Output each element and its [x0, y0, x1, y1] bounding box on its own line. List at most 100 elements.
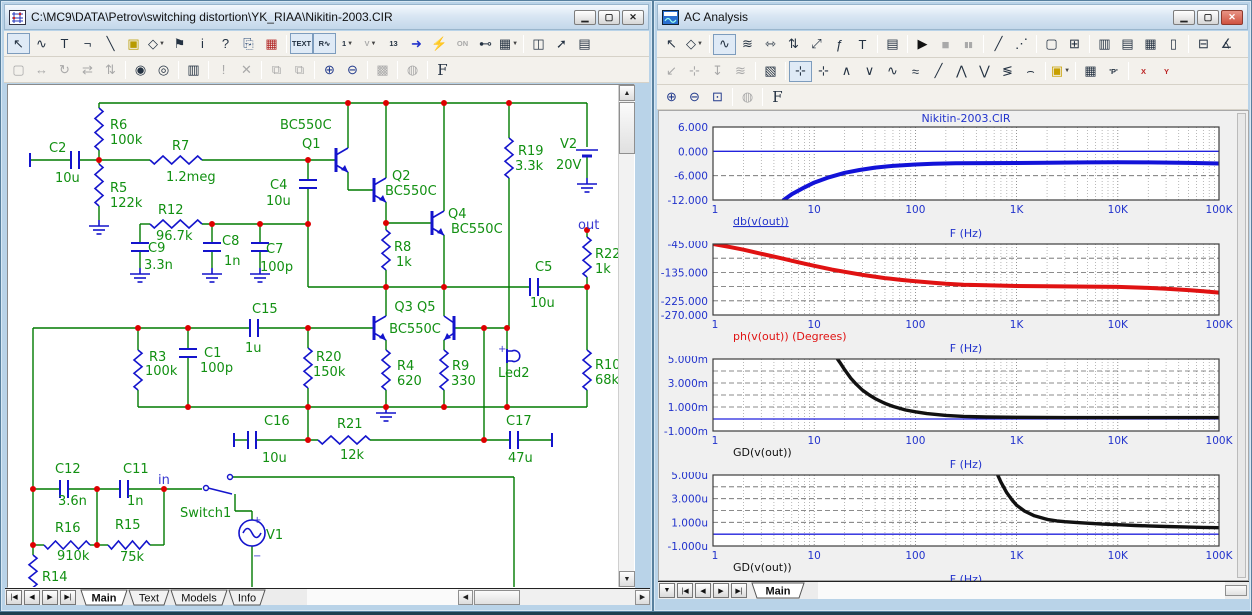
close-button[interactable]: ✕	[622, 10, 644, 25]
select-tool-button[interactable]: ↖	[7, 33, 30, 54]
polyline-mode-button[interactable]: ⋰	[1010, 34, 1033, 55]
attribute-text-toggle-button[interactable]: R∿	[313, 33, 336, 54]
node-voltages-toggle-button[interactable]: V▼	[359, 33, 382, 54]
tag-left-button[interactable]: ↙	[660, 61, 683, 82]
minimize-button[interactable]: ▁	[574, 10, 596, 25]
label-c12-n[interactable]: C12	[55, 462, 81, 477]
copy-picture-button[interactable]: ⧉	[265, 59, 288, 80]
plot-panel[interactable]: 6.0000.000-6.000-12.0001101001K10K100KNi…	[658, 110, 1249, 581]
y-range-button[interactable]: ⇅	[782, 34, 805, 55]
schematic-canvas[interactable]: C210uR6100kR5122kR71.2megR1296.7kC93.3nC…	[8, 85, 619, 587]
inflection-button[interactable]: ╱	[927, 61, 950, 82]
zoom-out-button[interactable]: ⊖	[683, 87, 706, 108]
find-button[interactable]: ◉	[129, 59, 152, 80]
stop-button[interactable]: ■	[934, 34, 957, 55]
label-r16-v[interactable]: 910k	[57, 549, 90, 564]
pin-numbers-toggle-button[interactable]: 1▼	[336, 33, 359, 54]
label-r12-n[interactable]: R12	[158, 203, 184, 218]
label-c11-v[interactable]: 1n	[127, 494, 144, 509]
zoom-box-button[interactable]: ⊡	[706, 87, 729, 108]
go-to-performance-button[interactable]: 'P'	[1102, 61, 1125, 82]
zoom-out-button[interactable]: ⊖	[341, 59, 364, 80]
label-r22-v[interactable]: 1k	[595, 262, 611, 277]
label-c1-n[interactable]: C1	[204, 346, 221, 361]
label-r15-n[interactable]: R15	[115, 518, 141, 533]
label-c5-v[interactable]: 10u	[530, 296, 555, 311]
label-r20-v[interactable]: 150k	[313, 365, 346, 380]
label-r4-v[interactable]: 620	[397, 374, 422, 389]
page-next-button[interactable]: ▶	[713, 583, 729, 598]
label-c2-v[interactable]: 10u	[55, 171, 80, 186]
label-c7-v[interactable]: 100p	[260, 260, 293, 275]
label-r10-v[interactable]: 68k	[595, 373, 619, 388]
label-c11-n[interactable]: C11	[123, 462, 149, 477]
trace-label[interactable]: GD(v(out))	[733, 446, 792, 459]
auto-scale-button[interactable]: ⤢	[805, 34, 828, 55]
globe-button[interactable]: ◍	[736, 87, 759, 108]
vscroll-thumb[interactable]	[619, 102, 635, 154]
label-r21-v[interactable]: 12k	[340, 448, 365, 463]
smooth-waves-button[interactable]: ≋	[729, 61, 752, 82]
label-r19-n[interactable]: R19	[518, 144, 544, 159]
page-first-button[interactable]: |◀	[6, 590, 22, 605]
label-c17-n[interactable]: C17	[506, 414, 532, 429]
globe-button[interactable]: ◍	[401, 59, 424, 80]
power-toggle-button[interactable]: ⚡	[428, 33, 451, 54]
pan-mode-button[interactable]: ➚	[550, 33, 573, 54]
trace-label[interactable]: GD(v(out))	[733, 561, 792, 574]
mini-scrollbar-stub[interactable]	[1225, 585, 1247, 596]
global-high-button[interactable]: ⋀	[950, 61, 973, 82]
label-q35-m[interactable]: BC550C	[389, 322, 441, 337]
component-mode-button[interactable]: ▣	[122, 33, 145, 54]
plot-4[interactable]: 5.000u3.000u1.000u-1.000u1101001K10K100K…	[660, 472, 1246, 585]
grid-horizontal-button[interactable]: ▤	[1116, 34, 1139, 55]
label-r19-v[interactable]: 3.3k	[515, 159, 544, 174]
horizontal-scrollbar[interactable]: ◀ ▶	[458, 590, 650, 605]
text-mode-button[interactable]: T	[53, 33, 76, 54]
horizontal-split-button[interactable]: ⊟	[1192, 34, 1215, 55]
condition-toggle-button[interactable]: ON	[451, 33, 474, 54]
label-r22-n[interactable]: R22	[595, 247, 619, 262]
hscroll-thumb[interactable]	[474, 590, 520, 605]
tag-point-button[interactable]: ⊹	[683, 61, 706, 82]
line-mode-button[interactable]: ╲	[99, 33, 122, 54]
font-button[interactable]: F	[766, 87, 789, 108]
schematic-canvas-area[interactable]: C210uR6100kR5122kR71.2megR1296.7kC93.3nC…	[7, 84, 635, 588]
flip-x-button[interactable]: ⇄	[76, 59, 99, 80]
scroll-right-button[interactable]: ▶	[635, 590, 650, 605]
page-last-button[interactable]: ▶|	[60, 590, 76, 605]
y-axis-scale-button[interactable]: Y	[1155, 61, 1178, 82]
top-bottom-button[interactable]: ⌢	[1019, 61, 1042, 82]
show-errors-button[interactable]: !	[212, 59, 235, 80]
tag-vertical-button[interactable]: ↧	[706, 61, 729, 82]
grid-text-toggle-button[interactable]: TEXT	[290, 33, 313, 54]
page-next-button[interactable]: ▶	[42, 590, 58, 605]
line-mode-button[interactable]: ╱	[987, 34, 1010, 55]
info-mode-button[interactable]: i	[191, 33, 214, 54]
label-q1-m[interactable]: BC550C	[280, 118, 332, 133]
label-r5-v[interactable]: 122k	[110, 196, 143, 211]
label-r8-v[interactable]: 1k	[396, 255, 412, 270]
label-c8-n[interactable]: C8	[222, 234, 239, 249]
cursor-mode-button[interactable]: ⊹	[789, 61, 812, 82]
page-prev-button[interactable]: ◀	[24, 590, 40, 605]
label-c15-v[interactable]: 1u	[245, 341, 262, 356]
find-next-button[interactable]: ◎	[152, 59, 175, 80]
label-c8-v[interactable]: 1n	[224, 254, 241, 269]
font-button[interactable]: F	[431, 59, 454, 80]
label-r3-v[interactable]: 100k	[145, 364, 178, 379]
scope-settings-button[interactable]: ▧	[759, 61, 782, 82]
fft-window-button[interactable]: ƒ	[828, 34, 851, 55]
page-last-button[interactable]: ▶|	[731, 583, 747, 598]
label-c15-n[interactable]: C15	[252, 302, 278, 317]
label-v1-n[interactable]: V1	[266, 528, 283, 543]
ac-analysis-titlebar[interactable]: AC Analysis ▁▢✕	[657, 4, 1248, 30]
plot-1[interactable]: 6.0000.000-6.000-12.0001101001K10K100KNi…	[660, 113, 1246, 239]
label-r15-v[interactable]: 75k	[120, 550, 145, 565]
label-c17-v[interactable]: 47u	[508, 451, 533, 466]
label-minus[interactable]: −	[253, 551, 261, 562]
label-q2-m[interactable]: BC550C	[385, 184, 437, 199]
text-mode-button[interactable]: T	[851, 34, 874, 55]
region-enable-button[interactable]: ▦	[260, 33, 283, 54]
label-r10-n[interactable]: R10	[595, 358, 619, 373]
